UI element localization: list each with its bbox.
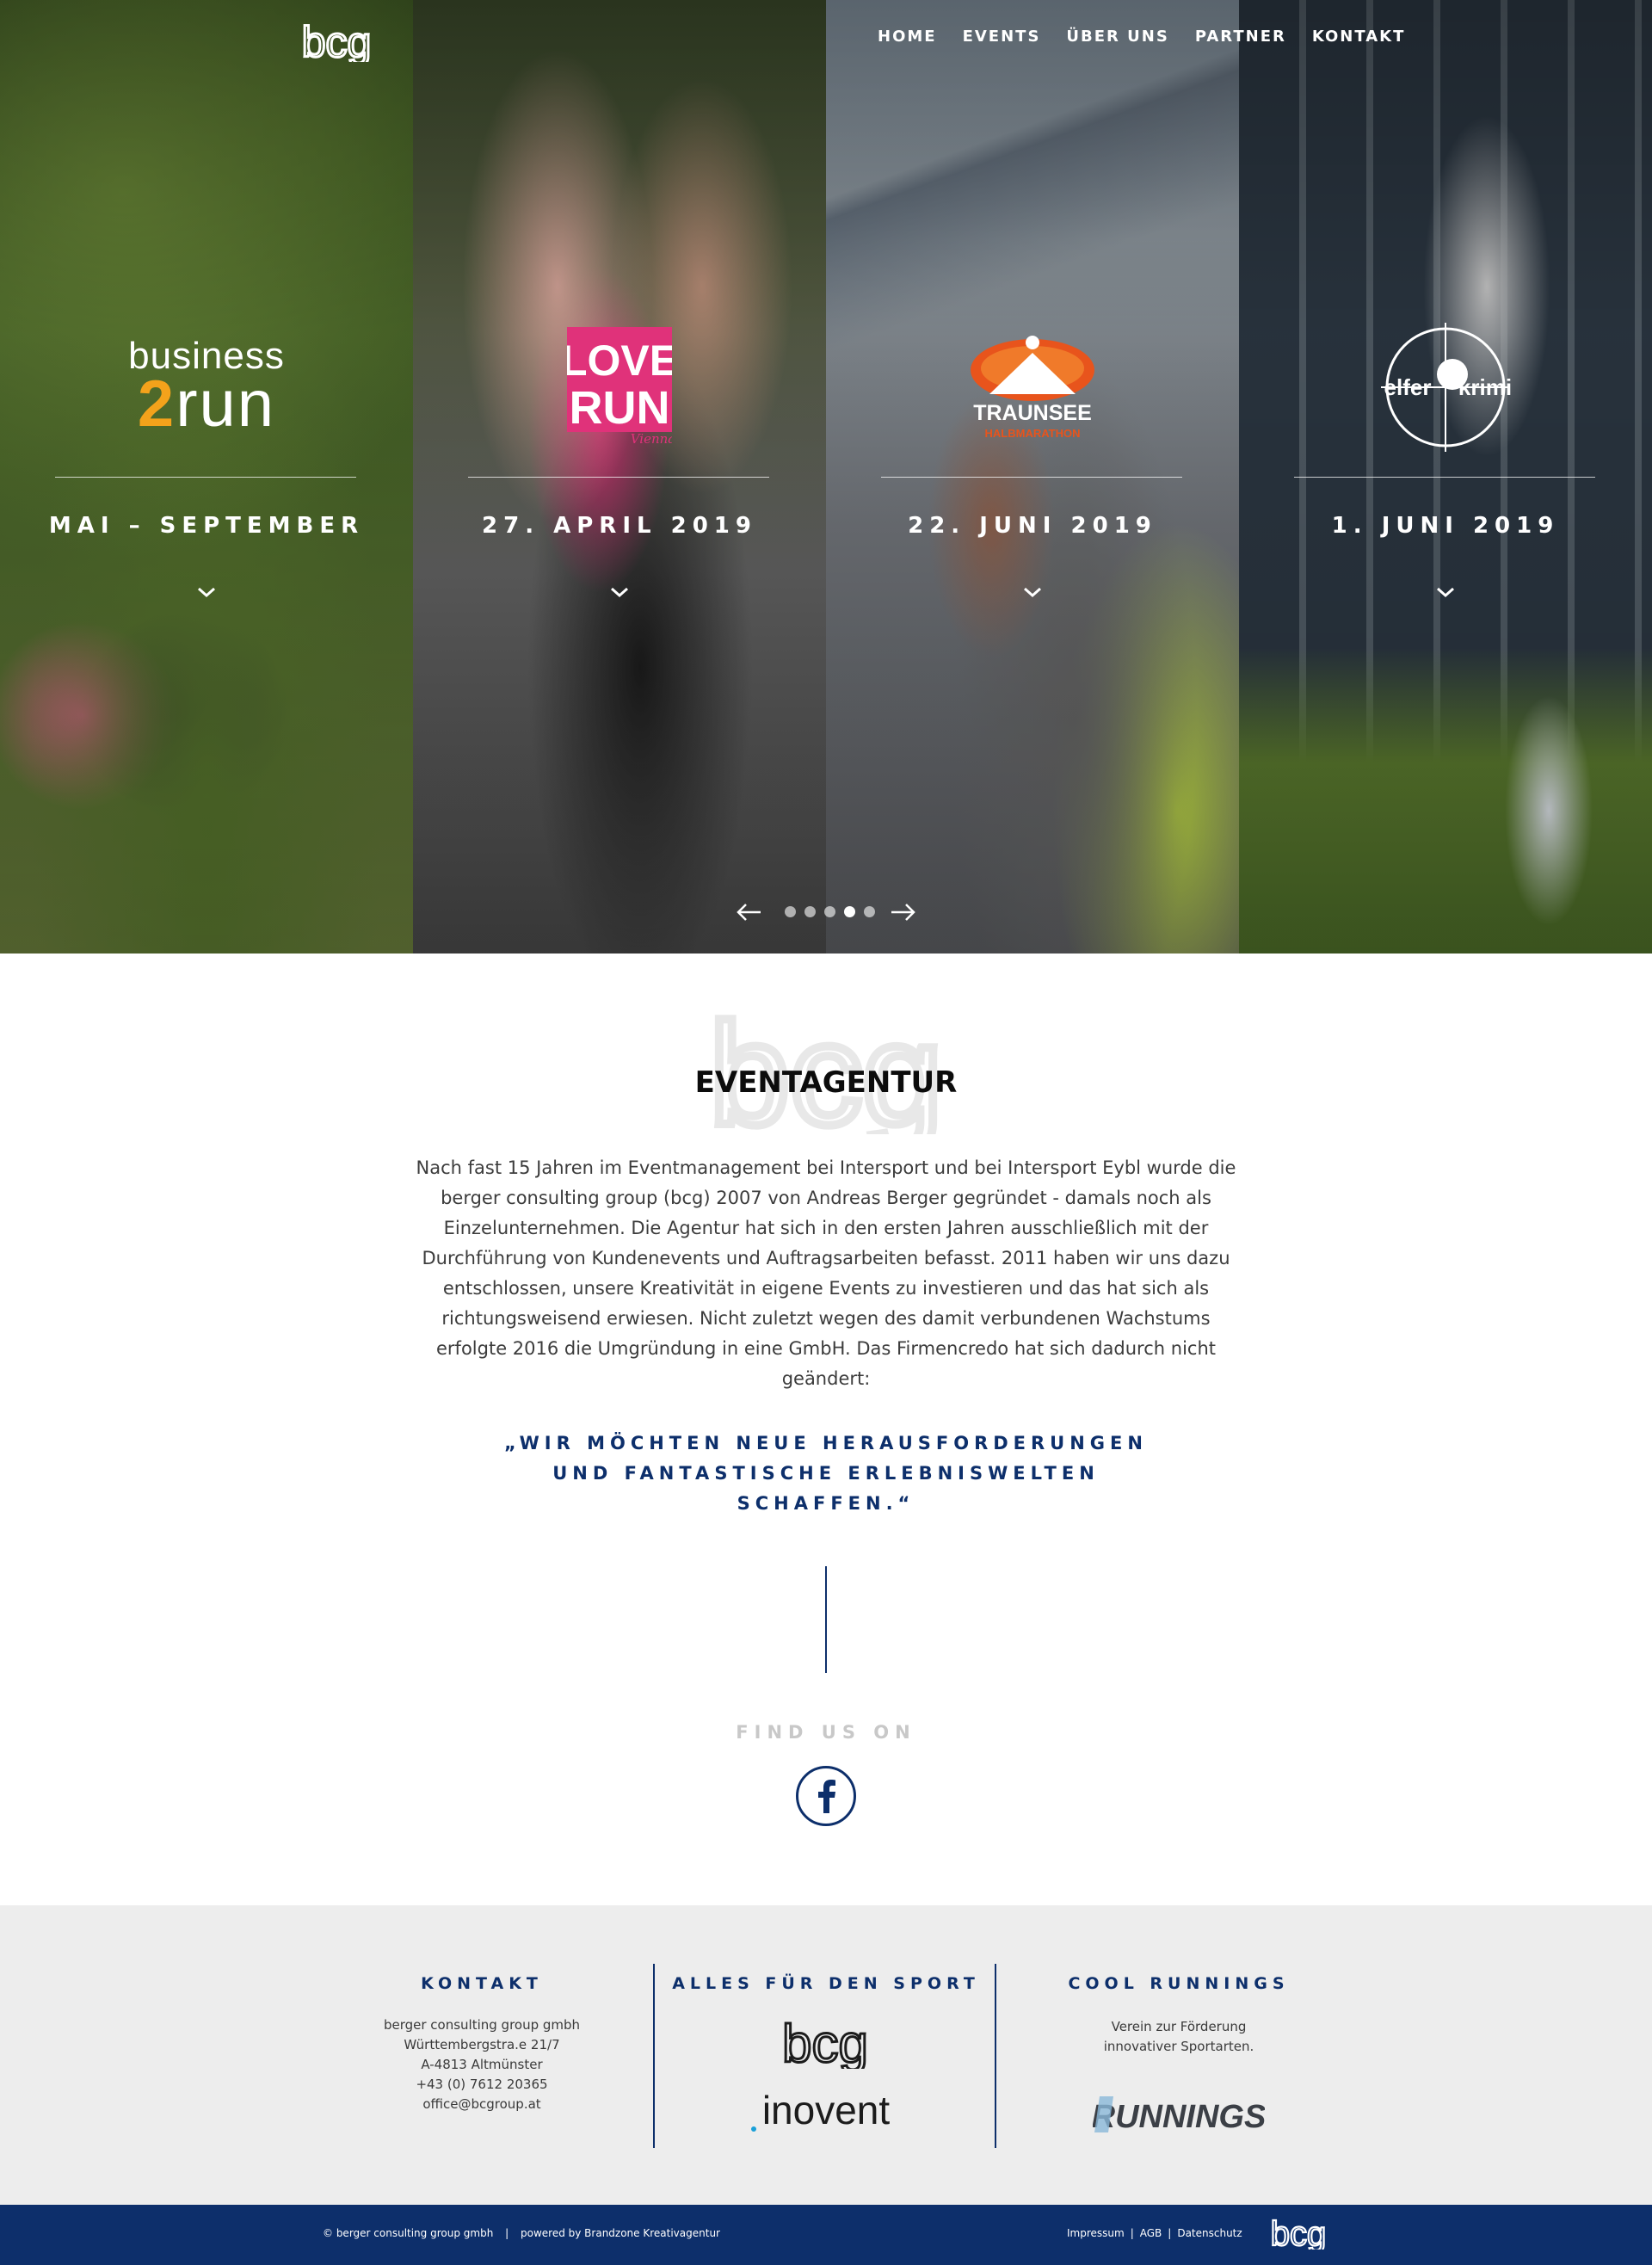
- facebook-icon[interactable]: [796, 1766, 856, 1826]
- business2run-logo: business 2run: [0, 318, 413, 456]
- footer-bottom-bar: © berger consulting group gmbh | powered…: [0, 2205, 1652, 2265]
- company-name: berger consulting group gmbh: [383, 2017, 581, 2033]
- footer-columns: KONTAKT berger consulting group gmbh Wür…: [0, 1905, 1652, 2205]
- site-logo-text: bcg: [302, 22, 372, 62]
- slider-dot-4-active[interactable]: [844, 906, 855, 917]
- facebook-glyph: [818, 1780, 835, 1813]
- svg-text:Vienna: Vienna: [631, 431, 672, 447]
- traunsee-logo: TRAUNSEE HALBMARATHON: [826, 318, 1239, 456]
- site-logo[interactable]: bcg: [289, 22, 384, 62]
- impressum-link[interactable]: Impressum: [1067, 2227, 1125, 2239]
- copyright-divider: |: [505, 2227, 509, 2239]
- slider-controls: [737, 902, 915, 923]
- traunsee-logo-graphic: TRAUNSEE HALBMARATHON: [971, 336, 1094, 440]
- panel-divider: [55, 477, 356, 478]
- loverun-logo: LOVE RUN Vienna: [413, 318, 826, 456]
- panel-divider: [881, 477, 1182, 478]
- svg-text:krimi: krimi: [1458, 374, 1512, 400]
- event-panel-elferkrimi[interactable]: elfer krimi 1. JUNI 2019: [1239, 0, 1652, 954]
- email-link[interactable]: office@bcgroup.at: [361, 2095, 602, 2114]
- event-date: 27. APRIL 2019: [482, 513, 757, 539]
- nav-home[interactable]: HOME: [878, 28, 937, 46]
- footer-column-sport: ALLES FÜR DEN SPORT bcg inovent: [654, 1905, 998, 2205]
- logo-two: 2: [137, 367, 176, 441]
- cool-runnings-description-1: Verein zur Förderung: [1111, 2019, 1247, 2034]
- bcg-partner-logo[interactable]: bcg: [771, 2021, 879, 2069]
- slider-dot-1[interactable]: [785, 906, 796, 917]
- event-panel-business2run[interactable]: business 2run MAI – SEPTEMBER: [0, 0, 413, 954]
- find-us-label: FIND US ON: [736, 1722, 916, 1743]
- company-credo-quote: „WIR MÖCHTEN NEUE HERAUSFORDERUNGEN UND …: [504, 1433, 1148, 1514]
- nav-kontakt[interactable]: KONTAKT: [1312, 28, 1406, 46]
- cool-runnings-logo[interactable]: RUNNINGS: [1093, 2088, 1265, 2141]
- event-date: MAI – SEPTEMBER: [48, 513, 365, 539]
- logo-run: run: [176, 367, 276, 441]
- footer-column-cool-runnings: COOL RUNNINGS Verein zur Förderung innov…: [1015, 1905, 1342, 2205]
- chevron-down-icon[interactable]: [196, 582, 217, 602]
- svg-text:TRAUNSEE: TRAUNSEE: [973, 401, 1092, 425]
- event-panel-loverun[interactable]: LOVE RUN Vienna 27. APRIL 2019: [413, 0, 826, 954]
- hero-slider: business 2run MAI – SEPTEMBER LOVE RUN V…: [0, 0, 1652, 954]
- footer-title-sport: ALLES FÜR DEN SPORT: [672, 1974, 980, 1993]
- powered-by-link[interactable]: powered by Brandzone Kreativagentur: [521, 2227, 720, 2239]
- loverun-logo-graphic: LOVE RUN Vienna: [567, 327, 672, 447]
- bcg-footer-bottom-logo[interactable]: bcg: [1267, 2219, 1330, 2250]
- chevron-down-icon[interactable]: [1435, 582, 1456, 602]
- elferkrimi-logo-graphic: elfer krimi: [1381, 323, 1512, 452]
- nav-partner[interactable]: PARTNER: [1195, 28, 1286, 46]
- cool-runnings-description-2: innovativer Sportarten.: [1103, 2039, 1254, 2054]
- footer-title-cool-runnings: COOL RUNNINGS: [1068, 1974, 1290, 1993]
- event-date: 22. JUNI 2019: [908, 513, 1157, 539]
- event-panel-traunsee[interactable]: TRAUNSEE HALBMARATHON 22. JUNI 2019: [826, 0, 1239, 954]
- elferkrimi-logo: elfer krimi: [1239, 318, 1652, 456]
- footer-divider: [995, 1964, 996, 2148]
- inovent-partner-logo[interactable]: inovent: [747, 2089, 905, 2134]
- svg-text:RUN: RUN: [570, 382, 670, 434]
- vertical-divider: [825, 1566, 827, 1673]
- svg-text:elfer: elfer: [1384, 374, 1432, 400]
- svg-text:RUNNINGS: RUNNINGS: [1093, 2099, 1265, 2135]
- agency-description: Nach fast 15 Jahren im Eventmanagement b…: [416, 1157, 1236, 1389]
- agency-section: bcg EVENTAGENTUR Nach fast 15 Jahren im …: [0, 954, 1652, 1905]
- agb-link[interactable]: AGB: [1140, 2227, 1162, 2239]
- svg-text:LOVE: LOVE: [567, 336, 672, 385]
- address-city: A-4813 Altmünster: [421, 2057, 543, 2072]
- main-navigation: HOME EVENTS ÜBER UNS PARTNER KONTAKT: [878, 28, 1431, 46]
- panel-divider: [1294, 477, 1595, 478]
- svg-text:bcg: bcg: [1271, 2219, 1327, 2250]
- svg-text:HALBMARATHON: HALBMARATHON: [985, 427, 1081, 440]
- event-date: 1. JUNI 2019: [1331, 513, 1560, 539]
- arrow-right-icon[interactable]: [890, 902, 915, 923]
- slider-dot-5[interactable]: [864, 906, 875, 917]
- legal-links: Impressum | AGB | Datenschutz: [1067, 2227, 1242, 2239]
- section-title: EVENTAGENTUR: [694, 1065, 958, 1100]
- slider-dot-2[interactable]: [804, 906, 816, 917]
- footer-column-kontakt: KONTAKT berger consulting group gmbh Wür…: [361, 1905, 602, 2205]
- chevron-down-icon[interactable]: [609, 582, 630, 602]
- copyright-line: © berger consulting group gmbh | powered…: [323, 2227, 729, 2239]
- chevron-down-icon[interactable]: [1022, 582, 1043, 602]
- address-street: Württembergstra.e 21/7: [404, 2037, 560, 2052]
- panel-divider: [468, 477, 769, 478]
- datenschutz-link[interactable]: Datenschutz: [1177, 2227, 1242, 2239]
- copyright-text: © berger consulting group gmbh: [323, 2227, 494, 2239]
- arrow-left-icon[interactable]: [737, 902, 762, 923]
- phone-number[interactable]: +43 (0) 7612 20365: [361, 2075, 602, 2095]
- nav-events[interactable]: EVENTS: [963, 28, 1041, 46]
- footer-title-kontakt: KONTAKT: [421, 1974, 543, 1993]
- svg-text:bcg: bcg: [782, 2021, 868, 2069]
- nav-ueber-uns[interactable]: ÜBER UNS: [1066, 28, 1168, 46]
- svg-text:inovent: inovent: [762, 2089, 891, 2132]
- slider-dot-3[interactable]: [824, 906, 835, 917]
